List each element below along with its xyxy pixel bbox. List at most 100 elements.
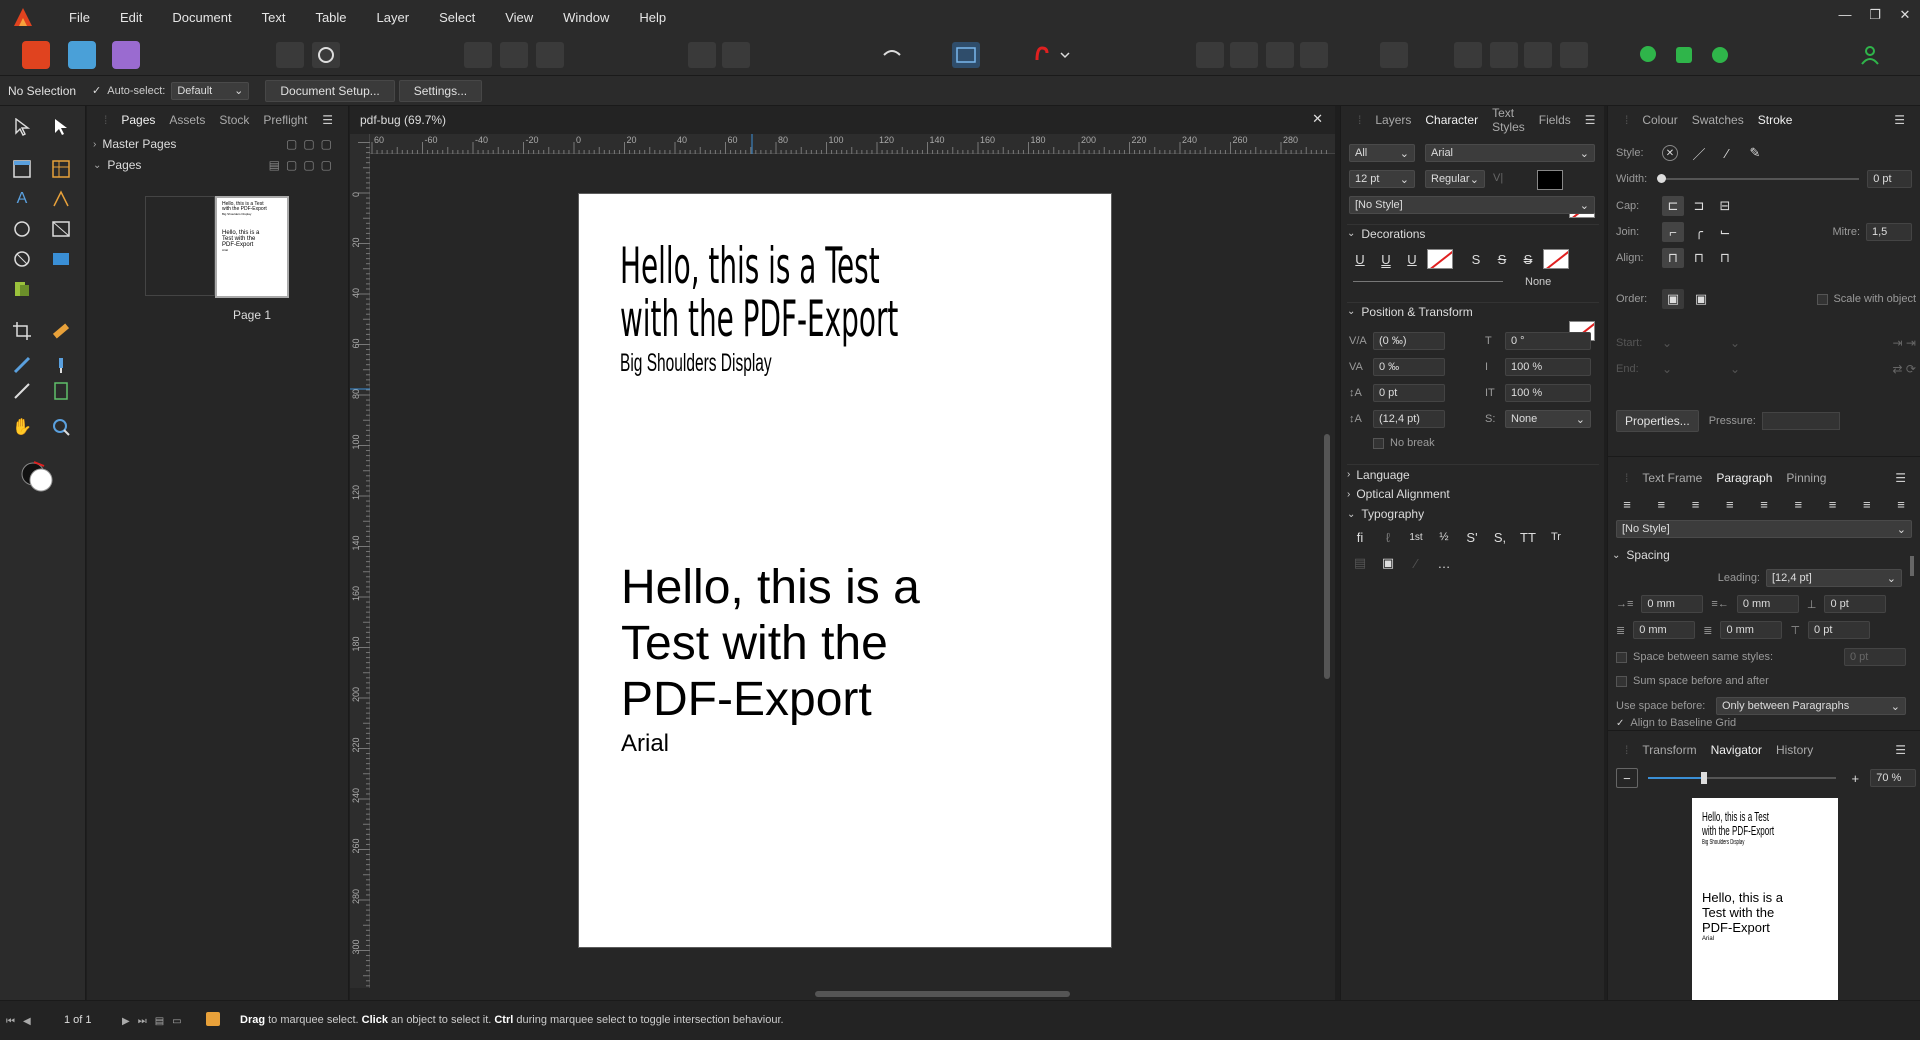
arrow-link-icon[interactable]: ⇄ ⟳	[1893, 362, 1916, 376]
preflight-icon[interactable]	[1028, 42, 1056, 68]
transparency-tool-icon[interactable]	[48, 352, 74, 378]
width-slider[interactable]	[1657, 174, 1860, 183]
typography-section-header[interactable]: ⌄ Typography	[1347, 504, 1599, 524]
justify-left-icon[interactable]: ≡	[1719, 494, 1741, 514]
preferences-icon[interactable]	[276, 42, 304, 68]
arial-text-frame[interactable]: Hello, this is a Test with the PDF-Expor…	[621, 560, 1081, 760]
tab-preflight[interactable]: Preflight	[256, 113, 314, 127]
zoom-in-icon[interactable]: +	[1844, 768, 1866, 788]
hand-tool-icon[interactable]: ✋	[9, 414, 35, 440]
all-caps-icon[interactable]: TT	[1517, 527, 1539, 547]
arrange-icon[interactable]	[1230, 42, 1258, 68]
vertical-ruler[interactable]: 0 20 40 60 80 100 120 140 160 180 200 220 240 260 280 3…	[350, 134, 370, 988]
settings-button[interactable]: Settings...	[398, 79, 483, 102]
menu-select[interactable]: Select	[424, 10, 490, 25]
text-frame-tool-icon[interactable]	[9, 156, 35, 182]
panel-menu-icon[interactable]: ☰	[1888, 743, 1913, 757]
node-tool-icon[interactable]	[48, 114, 74, 140]
space-after-field[interactable]: 0 pt	[1808, 621, 1871, 639]
tab-navigator[interactable]: Navigator	[1704, 743, 1769, 757]
tab-pages[interactable]: Pages	[114, 113, 162, 127]
ordinals-icon[interactable]: 1st	[1405, 527, 1427, 547]
ellipse-tool-icon[interactable]	[9, 216, 35, 242]
font-family-dropdown[interactable]: Arial ⌄	[1425, 144, 1595, 162]
menu-layer[interactable]: Layer	[362, 10, 425, 25]
swash-icon[interactable]: ∕	[1405, 553, 1427, 573]
mitre-field[interactable]: 1,5	[1866, 223, 1912, 241]
bool-icon[interactable]	[1524, 42, 1552, 68]
vertical-scrollbar[interactable]	[1320, 154, 1335, 988]
pin-icon[interactable]	[688, 42, 716, 68]
pressure-graph[interactable]	[1761, 412, 1840, 430]
designer-persona-icon[interactable]	[68, 41, 96, 69]
zoom-field[interactable]: 70 %	[1870, 769, 1916, 787]
place-image-tool-icon[interactable]	[48, 246, 74, 272]
flip-icon[interactable]	[1380, 42, 1408, 68]
tab-layers[interactable]: Layers	[1368, 113, 1418, 127]
menu-help[interactable]: Help	[624, 10, 681, 25]
underline-colour-swatch[interactable]	[1427, 249, 1453, 269]
vertical-scroll-thumb[interactable]	[1324, 434, 1330, 679]
horizontal-scale-field[interactable]: 100 %	[1505, 384, 1591, 402]
align-right-icon[interactable]: ≡	[1685, 494, 1707, 514]
document-tab-title[interactable]: pdf-bug (69.7%)	[360, 113, 446, 127]
panel-menu-icon[interactable]: ☰	[315, 113, 340, 127]
tab-history[interactable]: History	[1769, 743, 1820, 757]
paragraph-scrollbar[interactable]	[1910, 546, 1916, 716]
photo-persona-icon[interactable]	[112, 41, 140, 69]
align-away-spine-icon[interactable]: ≡	[1890, 494, 1912, 514]
zoom-slider[interactable]	[1647, 772, 1837, 784]
space-before-field[interactable]: 0 pt	[1824, 595, 1887, 613]
strikethrough-icon[interactable]: S	[1491, 249, 1513, 269]
tab-assets[interactable]: Assets	[162, 113, 212, 127]
document-page[interactable]: Hello, this is a Test with the PDF-Expor…	[578, 193, 1112, 948]
tab-stock[interactable]: Stock	[212, 113, 256, 127]
butt-cap-icon[interactable]: ⊏	[1662, 196, 1684, 216]
close-document-icon[interactable]: ✕	[1312, 111, 1323, 127]
spacing-section-header[interactable]: ⌄ Spacing	[1612, 546, 1912, 564]
kerning-field[interactable]: (0 ‰)	[1373, 332, 1445, 350]
transform-icon[interactable]	[1560, 42, 1588, 68]
clip-canvas-icon[interactable]	[500, 42, 528, 68]
discretionary-ligatures-icon[interactable]: ℓ	[1377, 527, 1399, 547]
zoom-tool-icon[interactable]	[48, 414, 74, 440]
pages-row[interactable]: ⌄ Pages ▤▢▢▢	[87, 154, 348, 176]
strikethrough-colour-swatch[interactable]	[1543, 249, 1569, 269]
tab-fields[interactable]: Fields	[1532, 113, 1578, 127]
menu-document[interactable]: Document	[157, 10, 246, 25]
move-tool-icon[interactable]	[9, 114, 35, 140]
horizontal-ruler[interactable]: 60 -60 -40 -20 0 20 40 60 80 100 120 140 160 180 200 22…	[370, 134, 1335, 154]
end-arrowhead-dropdown[interactable]: ⌄	[1662, 362, 1710, 376]
position-transform-header[interactable]: ⌄ Position & Transform	[1347, 302, 1599, 320]
picture-frame-tool-icon[interactable]	[48, 216, 74, 242]
align-center-stroke-icon[interactable]: ⊓	[1662, 248, 1684, 268]
sum-space-checkbox[interactable]	[1616, 675, 1627, 687]
snap-icon[interactable]	[1490, 42, 1518, 68]
solid-line-icon[interactable]: ／	[1688, 143, 1710, 163]
navigator-preview[interactable]: Hello, this is a Test with the PDF-Expor…	[1692, 798, 1838, 1004]
tab-text-frame[interactable]: Text Frame	[1635, 471, 1709, 485]
first-page-icon[interactable]: ⏮	[6, 1016, 15, 1027]
right-indent-field[interactable]: 0 mm	[1736, 595, 1799, 613]
paragraph-leading-dropdown[interactable]: [12,4 pt] ⌄	[1766, 569, 1902, 587]
align-baseline-checkbox[interactable]: ✓	[1616, 718, 1624, 728]
view-mode-icon[interactable]	[464, 42, 492, 68]
text-fill-swatch[interactable]	[1537, 170, 1563, 190]
sub-super-dropdown[interactable]: None ⌄	[1505, 410, 1591, 428]
menu-table[interactable]: Table	[300, 10, 361, 25]
superscript-icon[interactable]: S'	[1461, 527, 1483, 547]
justify-all-icon[interactable]: ≡	[1822, 494, 1844, 514]
start-scale-dropdown[interactable]: ⌄	[1730, 336, 1788, 350]
font-weight-dropdown[interactable]: Regular ⌄	[1425, 170, 1485, 188]
ligatures-icon[interactable]: fi	[1349, 527, 1371, 547]
miter-join-icon[interactable]: ⌐	[1662, 222, 1684, 242]
tab-stroke[interactable]: Stroke	[1751, 113, 1800, 127]
master-pages-row[interactable]: › Master Pages ▢▢▢	[87, 134, 348, 154]
width-slider-handle[interactable]	[1657, 174, 1667, 183]
facing-pages-icon[interactable]: ▭	[172, 1016, 181, 1027]
spread-view-icon[interactable]: ▤	[155, 1016, 164, 1027]
user-account-icon[interactable]	[1856, 42, 1884, 68]
glyph-variants-icon[interactable]: ▣	[1377, 553, 1399, 573]
menu-window[interactable]: Window	[548, 10, 624, 25]
width-field[interactable]: 0 pt	[1867, 170, 1912, 188]
